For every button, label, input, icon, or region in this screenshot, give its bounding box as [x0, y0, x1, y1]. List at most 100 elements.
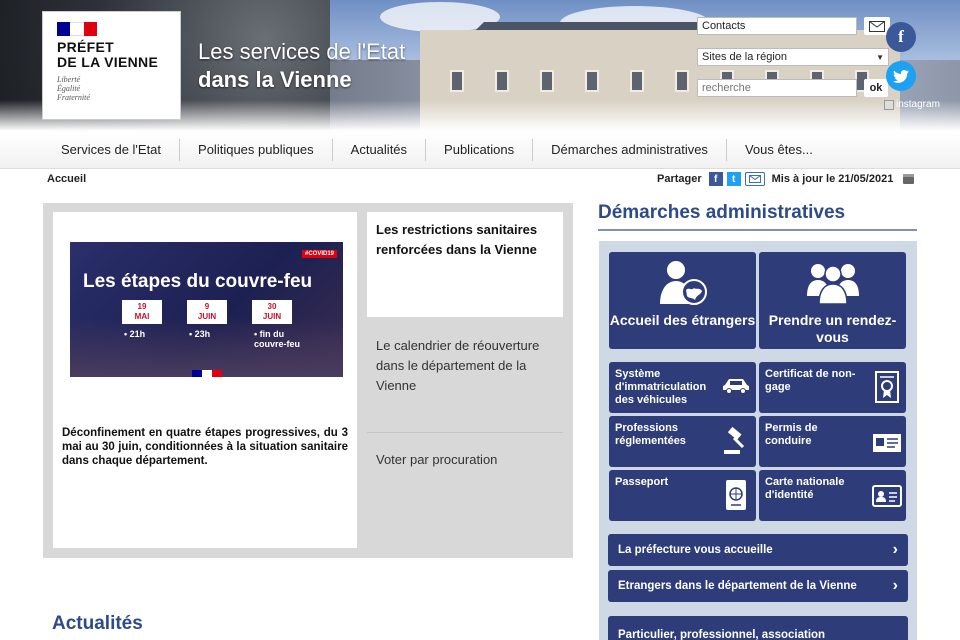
- share-twitter-icon[interactable]: t: [726, 172, 741, 186]
- prefet-logo[interactable]: PRÉFET DE LA VIENNE Liberté Égalité Frat…: [42, 11, 181, 120]
- link-label: Particulier, professionnel, association: [618, 629, 826, 640]
- date-caption: • 23h: [189, 329, 211, 339]
- link-particulier-pro[interactable]: Particulier, professionnel, association: [608, 616, 908, 640]
- breadcrumb[interactable]: Accueil: [47, 173, 86, 185]
- tile-non-gage[interactable]: Certificat de non-gage: [759, 362, 906, 413]
- contacts-label: Contacts: [702, 20, 746, 32]
- carousel-tabs: Les restrictions sanitaires renforcées d…: [367, 212, 563, 548]
- date-month: JUIN: [262, 312, 282, 321]
- car-icon: [723, 379, 749, 394]
- nav-item-services[interactable]: Services de l'Etat: [0, 138, 181, 161]
- certificate-icon: [875, 371, 899, 403]
- nav-item-demarches[interactable]: Démarches administratives: [533, 138, 727, 161]
- date-day: 30: [267, 302, 277, 311]
- breadcrumb-home[interactable]: Accueil: [47, 173, 86, 185]
- contacts-field[interactable]: Contacts: [697, 17, 857, 35]
- tile-carte-identite[interactable]: Carte nationale d'identité: [759, 470, 906, 521]
- search-button[interactable]: ok: [864, 79, 888, 97]
- date-box: 19 MAI: [122, 300, 162, 324]
- sites-region-select[interactable]: Sites de la région ▼: [697, 48, 889, 66]
- share-facebook-icon[interactable]: f: [708, 172, 723, 186]
- tile-label: Permis de conduire: [765, 422, 818, 447]
- instagram-label: instagram: [896, 99, 940, 110]
- date-month: MAI: [134, 312, 150, 321]
- chevron-right-icon: ›: [892, 541, 898, 558]
- logo-motto-line1: Liberté: [57, 75, 81, 84]
- tab-separator: [367, 432, 563, 433]
- carousel-slide[interactable]: #COVID19 Les étapes du couvre-feu 19 MAI…: [53, 212, 357, 548]
- instagram-icon: [884, 99, 894, 110]
- tile-label: Certificat de non-gage: [765, 368, 856, 393]
- republique-flag-icon: [192, 370, 222, 377]
- tile-label: Système d'immatriculation des véhicules: [615, 368, 707, 406]
- envelope-icon: [869, 20, 885, 32]
- facebook-icon[interactable]: f: [886, 22, 916, 52]
- carousel-tab-procuration[interactable]: Voter par procuration: [367, 450, 563, 470]
- tile-label: Professions réglementées: [615, 422, 686, 447]
- date-caption: • fin du couvre-feu: [254, 329, 301, 349]
- share-label: Partager: [657, 173, 702, 185]
- tile-label: Carte nationale d'identité: [765, 476, 845, 501]
- tile-permis[interactable]: Permis de conduire: [759, 416, 906, 467]
- nav-item-actualites[interactable]: Actualités: [333, 138, 427, 161]
- nav-item-politiques[interactable]: Politiques publiques: [180, 138, 333, 161]
- license-card-icon: [873, 434, 901, 452]
- site-title-line1: Les services de l'Etat: [198, 39, 406, 64]
- tile-label: Accueil des étrangers: [609, 312, 756, 328]
- updated-date: Mis à jour le 21/05/2021: [771, 173, 894, 185]
- share-email-icon[interactable]: [744, 172, 765, 186]
- tile-label: Passeport: [615, 476, 669, 488]
- marianne-flag-icon: [57, 22, 97, 36]
- carousel-tab-calendrier[interactable]: Le calendrier de réouverture dans le dép…: [367, 336, 563, 396]
- carousel-tab-restrictions[interactable]: Les restrictions sanitaires renforcées d…: [367, 212, 563, 317]
- curfew-infographic[interactable]: #COVID19 Les étapes du couvre-feu 19 MAI…: [70, 242, 343, 377]
- tile-immatriculation[interactable]: Système d'immatriculation des véhicules: [609, 362, 756, 413]
- actualites-title: Actualités: [52, 613, 143, 634]
- person-globe-icon: [660, 261, 707, 305]
- page: PRÉFET DE LA VIENNE Liberté Égalité Frat…: [0, 0, 960, 640]
- news-carousel: #COVID19 Les étapes du couvre-feu 19 MAI…: [43, 203, 573, 558]
- passport-icon: [726, 480, 746, 510]
- logo-title-line1: PRÉFET: [57, 39, 115, 55]
- site-title-line2: dans la Vienne: [198, 67, 352, 92]
- id-card-icon: [872, 485, 902, 507]
- link-label: Etrangers dans le département de la Vien…: [618, 580, 857, 592]
- nav-item-vous-etes[interactable]: Vous êtes...: [727, 139, 831, 161]
- infographic-title: Les étapes du couvre-feu: [83, 271, 313, 292]
- tile-accueil-etrangers[interactable]: Accueil des étrangers: [609, 252, 756, 349]
- date-caption: • 21h: [124, 329, 146, 339]
- chevron-down-icon: ▼: [876, 52, 884, 62]
- demarches-divider: [598, 229, 917, 231]
- tile-label: Prendre un rendez-vous: [768, 312, 897, 345]
- covid-tag: #COVID19: [301, 250, 337, 258]
- date-day: 9: [204, 302, 210, 311]
- date-month: JUIN: [197, 312, 217, 321]
- search-input[interactable]: [697, 79, 857, 97]
- sites-region-value: Sites de la région: [702, 51, 787, 63]
- header-banner: PRÉFET DE LA VIENNE Liberté Égalité Frat…: [0, 0, 960, 131]
- twitter-icon[interactable]: [886, 61, 916, 91]
- nav-item-publications[interactable]: Publications: [426, 138, 534, 161]
- tile-professions[interactable]: Professions réglementées: [609, 416, 756, 467]
- tile-rendez-vous[interactable]: Prendre un rendez-vous: [759, 252, 906, 349]
- demarches-title: Démarches administratives: [598, 202, 846, 223]
- date-box: 9 JUIN: [187, 300, 227, 324]
- people-group-icon: [807, 264, 859, 304]
- link-prefecture-accueille[interactable]: La préfecture vous accueille ›: [608, 534, 908, 566]
- logo-motto-line3: Fraternité: [57, 93, 90, 102]
- site-title: Les services de l'Etat dans la Vienne: [198, 38, 405, 94]
- date-day: 19: [137, 302, 147, 311]
- print-icon[interactable]: [903, 174, 915, 184]
- share-bar: Partager f t Mis à jour le 21/05/2021: [657, 172, 915, 186]
- slide-caption: Déconfinement en quatre étapes progressi…: [62, 427, 348, 467]
- logo-title-line2: DE LA VIENNE: [57, 54, 159, 70]
- link-label: La préfecture vous accueille: [618, 544, 773, 556]
- instagram-link[interactable]: instagram: [884, 99, 940, 110]
- logo-motto-line2: Égalité: [57, 84, 81, 93]
- tile-passeport[interactable]: Passeport: [609, 470, 756, 521]
- chevron-right-icon: ›: [892, 577, 898, 594]
- date-box: 30 JUIN: [252, 300, 292, 324]
- link-etrangers-vienne[interactable]: Etrangers dans le département de la Vien…: [608, 570, 908, 602]
- main-nav: Services de l'Etat Politiques publiques …: [0, 131, 960, 169]
- gavel-icon: [724, 427, 745, 454]
